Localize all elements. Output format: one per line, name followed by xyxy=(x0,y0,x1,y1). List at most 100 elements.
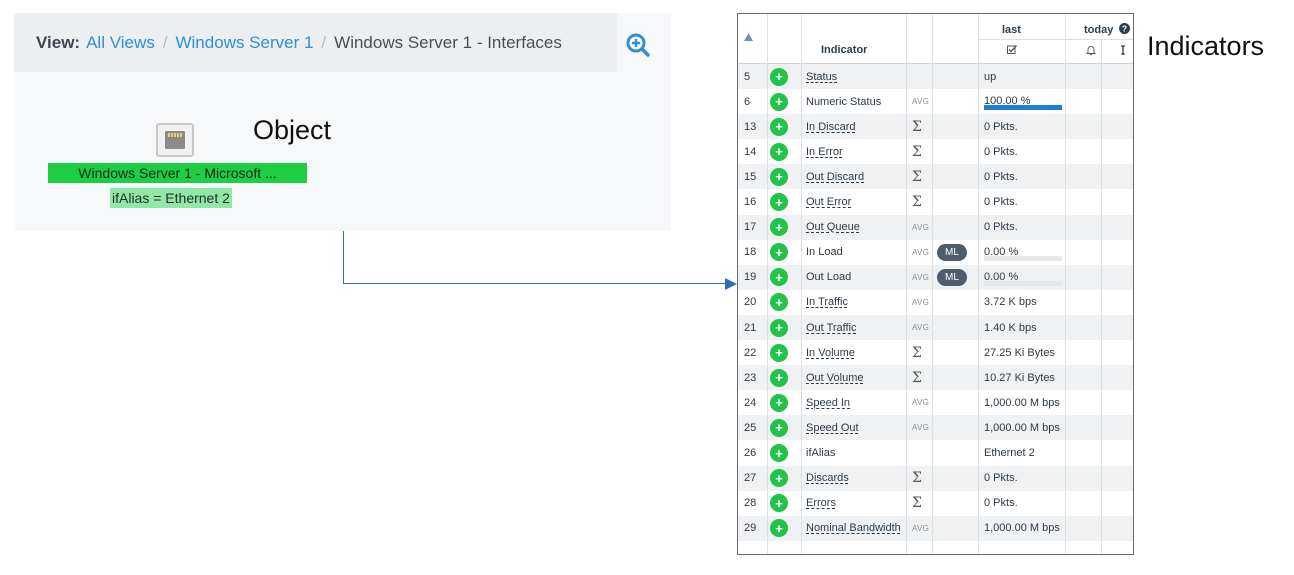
sum-icon: Σ xyxy=(912,495,923,512)
column-header-today[interactable]: today xyxy=(1084,24,1113,36)
add-icon[interactable]: + xyxy=(770,142,788,161)
add-icon[interactable]: + xyxy=(770,218,788,237)
check-square-icon[interactable] xyxy=(1007,45,1017,54)
table-row[interactable]: 24 + Speed In AVG 1,000.00 M bps xyxy=(738,390,1133,415)
add-icon[interactable]: + xyxy=(770,117,788,136)
indicator-label[interactable]: Out Queue xyxy=(806,221,860,233)
indicator-name[interactable]: Status xyxy=(806,64,837,89)
object-caption: Object xyxy=(253,115,332,145)
table-row[interactable]: 29 + Nominal Bandwidth AVG 1,000.00 M bps xyxy=(738,515,1133,541)
table-row[interactable]: 28 + Errors Σ 0 Pkts. xyxy=(738,491,1133,516)
aggregation-label: AVG xyxy=(912,415,929,440)
indicator-name[interactable]: Out Queue xyxy=(806,215,860,240)
indicator-label[interactable]: Out Volume xyxy=(806,372,863,384)
add-icon[interactable]: + xyxy=(770,67,788,86)
table-row[interactable]: 17 + Out Queue AVG 0 Pkts. xyxy=(738,214,1133,240)
add-icon[interactable]: + xyxy=(770,193,788,212)
table-row[interactable]: 27 + Discards Σ 0 Pkts. xyxy=(738,465,1133,491)
indicator-label[interactable]: Discards xyxy=(806,472,849,484)
indicator-name[interactable]: In Error xyxy=(806,139,843,164)
row-id: 17 xyxy=(744,221,757,234)
indicator-name[interactable]: In Volume xyxy=(806,340,855,365)
indicator-label[interactable]: Status xyxy=(806,71,837,83)
ml-badge[interactable]: ML xyxy=(937,268,967,286)
table-row[interactable]: 15 + Out Discard Σ 0 Pkts. xyxy=(738,164,1133,190)
sort-vertical-icon[interactable] xyxy=(1120,45,1126,55)
row-id: 14 xyxy=(744,145,757,158)
indicator-name[interactable]: Discards xyxy=(806,466,849,491)
add-icon[interactable]: + xyxy=(770,343,788,362)
indicator-name: Numeric Status xyxy=(806,89,881,114)
sum-icon: Σ xyxy=(912,369,923,386)
indicator-label[interactable]: Out Discard xyxy=(806,171,864,183)
indicator-label[interactable]: Nominal Bandwidth xyxy=(806,522,901,534)
object-name[interactable]: Windows Server 1 - Microsoft ... xyxy=(48,163,307,183)
table-row[interactable]: 16 + Out Error Σ 0 Pkts. xyxy=(738,190,1133,215)
sort-up-icon[interactable] xyxy=(744,33,753,41)
add-icon[interactable]: + xyxy=(770,494,788,513)
indicator-label[interactable]: Speed Out xyxy=(806,422,859,434)
indicator-label[interactable]: In Discard xyxy=(806,121,856,133)
table-row[interactable]: 13 + In Discard Σ 0 Pkts. xyxy=(738,114,1133,140)
breadcrumb-link-all-views[interactable]: All Views xyxy=(86,33,155,53)
table-row[interactable]: 19 + Out Load AVG ML 0.00 % xyxy=(738,264,1133,290)
indicator-label[interactable]: In Error xyxy=(806,146,843,158)
table-row[interactable]: 23 + Out Volume Σ 10.27 Ki Bytes xyxy=(738,365,1133,391)
indicator-label[interactable]: Out Error xyxy=(806,196,851,208)
ml-badge[interactable]: ML xyxy=(937,243,967,261)
add-icon[interactable]: + xyxy=(770,519,788,538)
add-icon[interactable]: + xyxy=(770,92,788,111)
add-icon[interactable]: + xyxy=(770,469,788,488)
table-row[interactable]: 6 + Numeric Status AVG 100.00 % xyxy=(738,89,1133,114)
breadcrumb-link-server[interactable]: Windows Server 1 xyxy=(175,33,313,53)
last-value: 0 Pkts. xyxy=(984,145,1018,158)
add-indicator-cell: + xyxy=(770,89,788,114)
add-icon[interactable]: + xyxy=(770,368,788,387)
indicator-label[interactable]: Errors xyxy=(806,497,836,509)
indicator-name[interactable]: Speed In xyxy=(806,390,850,415)
indicator-name[interactable]: In Traffic xyxy=(806,290,848,315)
table-row[interactable]: 21 + Out Traffic AVG 1.40 K bps xyxy=(738,315,1133,341)
indicator-name[interactable]: In Discard xyxy=(806,114,856,139)
table-row[interactable]: 20 + In Traffic AVG 3.72 K bps xyxy=(738,290,1133,315)
aggregation-label: Σ xyxy=(912,190,922,215)
indicator-name[interactable]: Out Volume xyxy=(806,365,863,390)
add-icon[interactable]: + xyxy=(770,293,788,312)
table-row[interactable]: 26 + ifAlias Ethernet 2 xyxy=(738,441,1133,466)
add-icon[interactable]: + xyxy=(770,268,788,287)
add-icon[interactable]: + xyxy=(770,393,788,412)
column-header-last[interactable]: last xyxy=(1002,24,1021,36)
column-header-indicator[interactable]: Indicator xyxy=(821,44,867,56)
column-divider xyxy=(906,14,907,554)
add-icon[interactable]: + xyxy=(770,444,788,463)
table-row[interactable]: 22 + In Volume Σ 27.25 Ki Bytes xyxy=(738,340,1133,365)
network-port-icon[interactable] xyxy=(156,123,194,157)
indicator-label: In Load xyxy=(806,246,843,259)
indicator-label[interactable]: Out Traffic xyxy=(806,322,857,334)
indicator-name[interactable]: Out Traffic xyxy=(806,315,857,340)
add-icon[interactable]: + xyxy=(770,167,788,186)
add-icon[interactable]: + xyxy=(770,243,788,262)
average-label: AVG xyxy=(912,222,930,232)
help-icon[interactable]: ? xyxy=(1119,23,1130,34)
indicator-name[interactable]: Speed Out xyxy=(806,415,859,440)
row-id: 25 xyxy=(744,421,757,434)
indicator-name[interactable]: Out Discard xyxy=(806,164,864,189)
add-icon[interactable]: + xyxy=(770,318,788,337)
table-row[interactable]: 25 + Speed Out AVG 1,000.00 M bps xyxy=(738,415,1133,441)
last-value: 0 Pkts. xyxy=(984,120,1018,133)
last-value: 1,000.00 M bps xyxy=(984,396,1060,409)
table-row[interactable]: 5 + Status up xyxy=(738,64,1133,90)
indicator-name[interactable]: Nominal Bandwidth xyxy=(806,516,901,541)
zoom-in-icon[interactable] xyxy=(625,32,651,58)
table-row[interactable]: 14 + In Error Σ 0 Pkts. xyxy=(738,139,1133,164)
table-row[interactable]: 18 + In Load AVG ML 0.00 % xyxy=(738,240,1133,265)
indicator-label[interactable]: In Traffic xyxy=(806,296,848,308)
progress-bar xyxy=(984,280,1062,286)
indicator-name[interactable]: Out Error xyxy=(806,190,851,215)
indicator-label[interactable]: In Volume xyxy=(806,347,855,359)
indicator-name[interactable]: Errors xyxy=(806,491,836,516)
bell-icon[interactable] xyxy=(1086,45,1096,55)
add-icon[interactable]: + xyxy=(770,418,788,437)
indicator-label[interactable]: Speed In xyxy=(806,397,850,409)
